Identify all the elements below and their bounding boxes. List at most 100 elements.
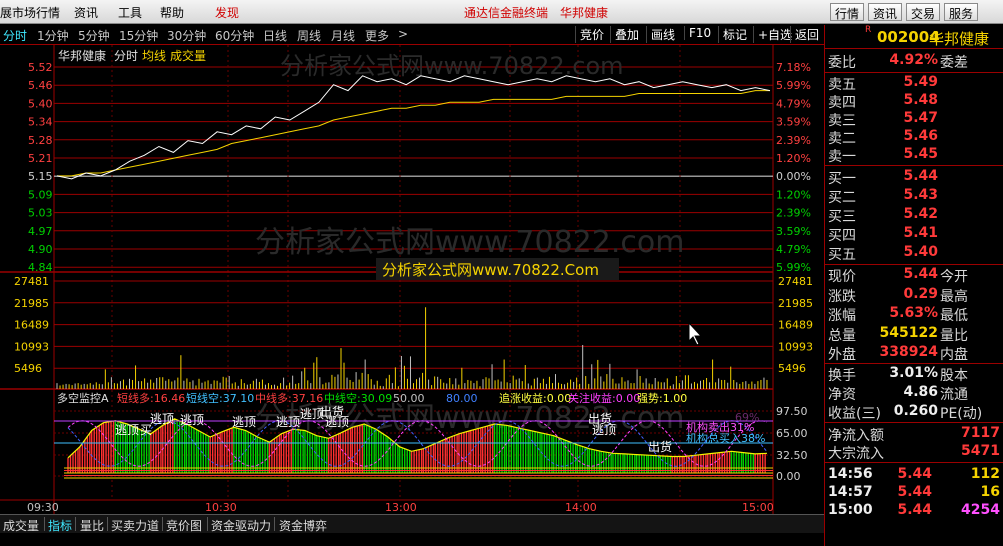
period-more[interactable]: 更多 [365, 27, 389, 44]
indicator-param: 短线空:37.10 [186, 391, 254, 405]
indicator-tick-label: 65.00 [776, 427, 808, 440]
call-auction-button[interactable]: 竞价 [575, 26, 604, 43]
period-daily[interactable]: 日线 [263, 27, 287, 44]
buy-level-row[interactable]: 买一 5.44 [825, 168, 1003, 187]
quote-stat-row[interactable]: 现价 5.44 今开 [825, 266, 1003, 285]
chevron-right-icon[interactable]: > [398, 27, 408, 41]
percent-tick-label: 1.20% [776, 188, 811, 201]
percent-tick-label: 4.79% [776, 97, 811, 110]
draw-line-button[interactable]: 画线 [646, 26, 675, 43]
indicator-name: 多空监控A [57, 391, 109, 405]
fundamental-row[interactable]: 净资 4.86 流通 [825, 384, 1003, 403]
buy-level-row[interactable]: 买五 5.40 [825, 244, 1003, 263]
time-axis-label: 15:00 [742, 501, 774, 514]
volume-tick-label: 27481 [14, 275, 49, 288]
buy-level-row[interactable]: 买二 5.43 [825, 187, 1003, 206]
indicator-tabs: 成交量 指标 量比 买卖力道 竞价图 资金驱动力 资金博弈 [0, 514, 824, 533]
volume-tick-label-right: 16489 [778, 319, 813, 332]
indicator-param: 关注收益:0.00 [568, 391, 640, 405]
fundamental-row[interactable]: 收益(三) 0.260 PE(动) [825, 403, 1003, 422]
tab-fund-game[interactable]: 资金博弈 [279, 517, 327, 534]
volume-tick-label-right: 5496 [778, 362, 806, 375]
avg-line-legend: 均线 [142, 49, 166, 63]
fundamental-row[interactable]: 换手 3.01% 股本 [825, 365, 1003, 384]
quote-stat-row[interactable]: 涨幅 5.63% 最低 [825, 305, 1003, 324]
service-button[interactable]: 服务 [944, 3, 979, 21]
sell-level-row[interactable]: 卖四 5.48 [825, 92, 1003, 111]
f10-button[interactable]: F10 [684, 26, 711, 40]
percent-tick-label: 0.00% [776, 170, 811, 183]
signal-annotation: 逃顶 [150, 412, 174, 426]
quote-stat-row[interactable]: 总量 545122 量比 [825, 325, 1003, 344]
quotes-button[interactable]: 行情 [830, 3, 865, 21]
volume-legend: 成交量 [170, 48, 206, 63]
buy-level-row[interactable]: 买三 5.42 [825, 206, 1003, 225]
signal-annotation: 逃顶 [232, 415, 256, 429]
chart-type-label: 分时 [114, 49, 138, 63]
tab-indicator[interactable]: 指标 [48, 517, 72, 534]
signal-annotation: 逃顶 [592, 423, 616, 437]
tab-volume[interactable]: 成交量 [3, 517, 39, 534]
tick-row: 14:56 5.44 112 [828, 466, 1000, 482]
time-axis-label: 09:30 [27, 501, 59, 514]
quote-stat-row[interactable]: 涨跌 0.29 最高 [825, 286, 1003, 305]
indicator-param: 追涨收益:0.00 [499, 391, 571, 405]
stock-name: 华邦健康 [929, 30, 990, 48]
period-5min[interactable]: 5分钟 [78, 27, 110, 44]
window-stock-name: 华邦健康 [560, 6, 609, 20]
volume-tick-label-right: 10993 [778, 340, 813, 353]
percent-tick-label: 2.39% [776, 134, 811, 147]
trade-button[interactable]: 交易 [906, 3, 941, 21]
menu-news[interactable]: 资讯 [74, 4, 98, 21]
mouse-cursor-icon [688, 321, 703, 346]
mark-button[interactable]: 标记 [718, 26, 747, 43]
add-watchlist-button[interactable]: +自选 [753, 26, 792, 43]
sell-level-row[interactable]: 卖一 5.45 [825, 146, 1003, 165]
menu-help[interactable]: 帮助 [160, 4, 184, 21]
price-tick-label: 4.97 [28, 225, 53, 238]
bid-ratio-row: 委比 4.92% 委差 [828, 52, 968, 71]
quote-stat-row[interactable]: 外盘 338924 内盘 [825, 344, 1003, 363]
menu-market[interactable]: 展市场行情 [0, 4, 60, 21]
fund-flow-row: 净流入额 7117 [828, 425, 1000, 444]
price-tick-label: 5.09 [28, 188, 53, 201]
period-30min[interactable]: 30分钟 [167, 27, 206, 44]
menu-bar: 展市场行情 资讯 工具 帮助 发现 通达信金融终端 华邦健康 行情 资讯 交易 … [0, 0, 1003, 24]
period-60min[interactable]: 60分钟 [215, 27, 254, 44]
indicator-param: 强势:1.00 [637, 392, 687, 405]
menu-discover[interactable]: 发现 [215, 4, 239, 21]
signal-annotation: 出货 [648, 439, 672, 454]
watermark-text: 分析家公式网www.70822.com [255, 225, 684, 260]
tab-fund-drive[interactable]: 资金驱动力 [211, 517, 271, 534]
buy-level-row[interactable]: 买四 5.41 [825, 225, 1003, 244]
volume-bars [56, 307, 768, 389]
percent-tick-label: 3.59% [776, 225, 811, 238]
tab-volume-ratio[interactable]: 量比 [80, 517, 104, 534]
signal-annotation: 逃顶 [276, 415, 300, 429]
back-button[interactable]: 返回 [790, 26, 819, 43]
period-15min[interactable]: 15分钟 [119, 27, 158, 44]
tab-auction-chart[interactable]: 竞价图 [166, 517, 202, 534]
period-toolbar: 分时 1分钟 5分钟 15分钟 30分钟 60分钟 日线 周线 月线 更多 > … [0, 25, 824, 45]
price-tick-label: 5.03 [28, 207, 53, 220]
indicator-param: 中线多:37.16 [255, 391, 323, 405]
sell-level-row[interactable]: 卖五 5.49 [825, 74, 1003, 93]
percent-tick-label: 4.79% [776, 243, 811, 256]
signal-annotation: 逃顶 [115, 423, 139, 437]
tick-row: 15:00 5.44 4254 [828, 502, 1000, 518]
signal-annotation: 逃顶 [180, 413, 204, 427]
info-button[interactable]: 资讯 [868, 3, 903, 21]
volume-tick-label: 5496 [14, 362, 42, 375]
sell-level-row[interactable]: 卖三 5.47 [825, 110, 1003, 129]
period-monthly[interactable]: 月线 [331, 27, 355, 44]
menu-tools[interactable]: 工具 [118, 4, 142, 21]
period-weekly[interactable]: 周线 [297, 27, 321, 44]
period-intraday[interactable]: 分时 [3, 27, 27, 44]
tab-buy-sell-power[interactable]: 买卖力道 [111, 517, 159, 534]
volume-tick-label: 21985 [14, 297, 49, 310]
sell-level-row[interactable]: 卖二 5.46 [825, 128, 1003, 147]
indicator-tick-label: 97.50 [776, 405, 808, 418]
period-1min[interactable]: 1分钟 [37, 27, 69, 44]
overlay-button[interactable]: 叠加 [610, 26, 639, 43]
watermark-banner: 分析家公式网www.70822.Com [376, 258, 619, 280]
